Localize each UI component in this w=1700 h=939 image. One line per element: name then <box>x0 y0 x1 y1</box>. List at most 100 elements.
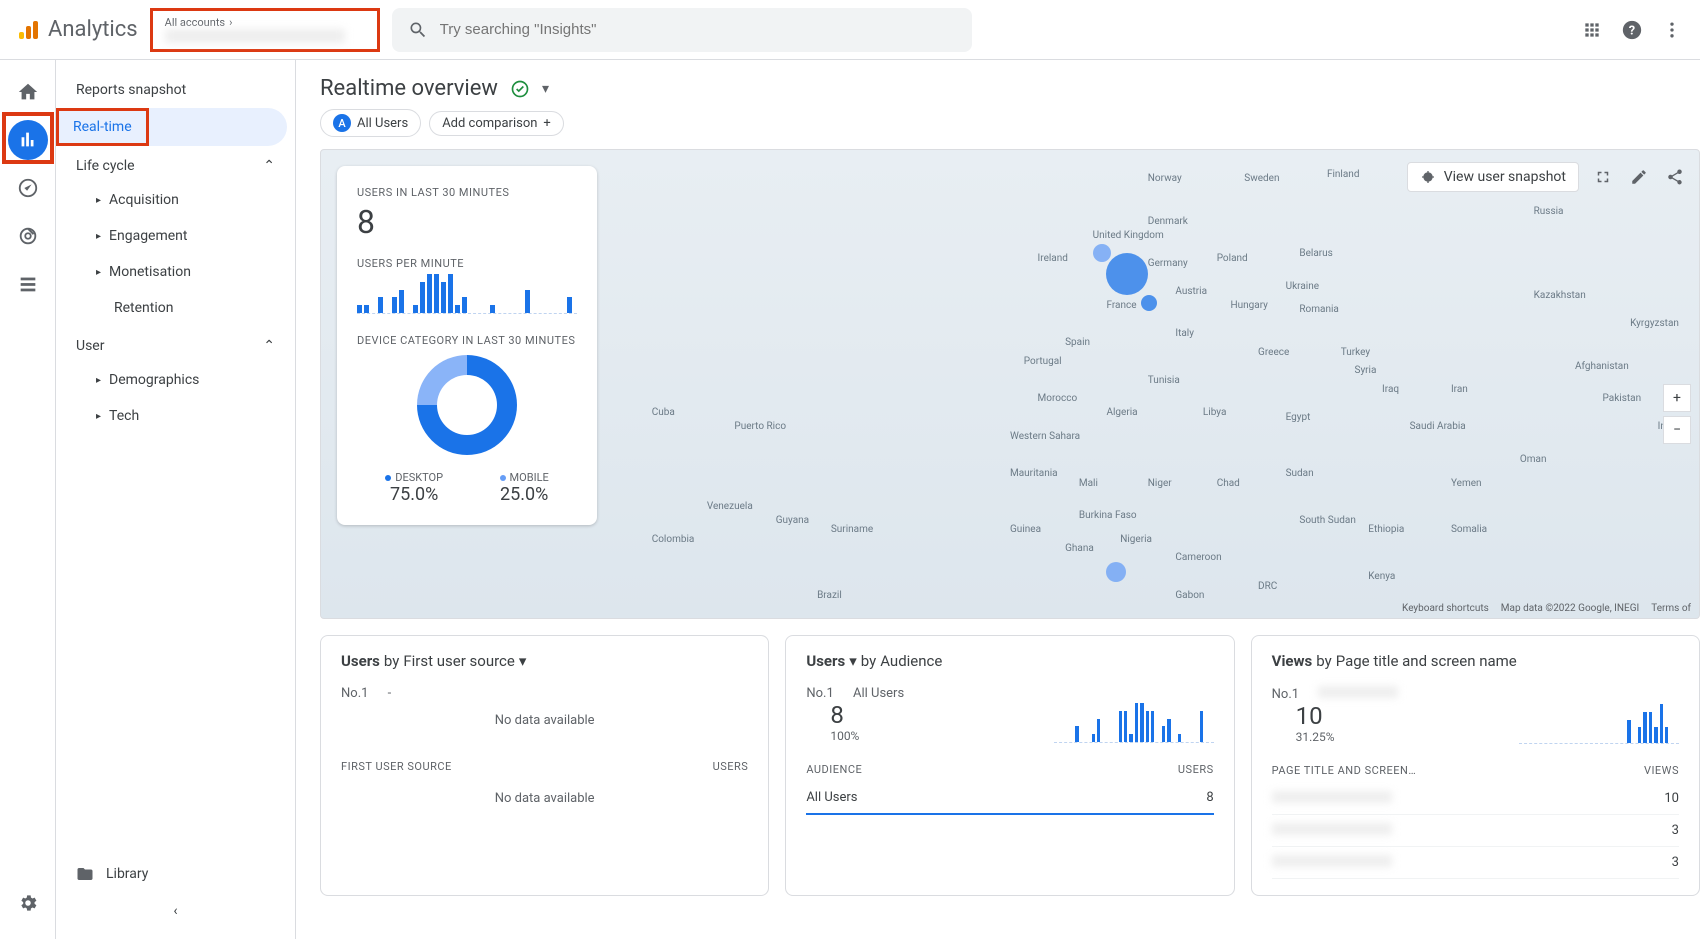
rail-advertising[interactable] <box>8 216 48 256</box>
country-label: Norway <box>1148 173 1182 184</box>
country-label: Saudi Arabia <box>1410 421 1466 432</box>
country-label: Germany <box>1148 258 1188 269</box>
sidebar-section-user[interactable]: User ⌃ <box>56 326 295 362</box>
device-breakdown: DESKTOP 75.0% MOBILE 25.0% <box>357 471 577 505</box>
account-breadcrumb: All accounts <box>165 16 225 29</box>
country-label: Pakistan <box>1603 393 1642 404</box>
country-label: Turkey <box>1341 347 1370 358</box>
table-row[interactable]: All Users8 <box>806 782 1213 815</box>
rail-explore[interactable] <box>8 168 48 208</box>
country-label: Tunisia <box>1148 375 1180 386</box>
country-label: Niger <box>1148 478 1172 489</box>
account-name-redacted <box>165 29 345 43</box>
rail-reports[interactable] <box>8 120 48 160</box>
country-label: Somalia <box>1451 524 1487 535</box>
check-circle-icon[interactable] <box>510 79 530 99</box>
country-label: Syria <box>1355 365 1377 376</box>
country-label: Ukraine <box>1286 281 1319 292</box>
app-header: Analytics All accounts › ? <box>0 0 1700 60</box>
card-title[interactable]: Views by Page title and screen name <box>1272 652 1679 670</box>
table-row[interactable]: 10 <box>1272 783 1679 815</box>
legend-dot <box>385 475 391 481</box>
sidebar-monetisation[interactable]: ▸Monetisation <box>56 254 287 290</box>
card-title[interactable]: Users▾ by Audience <box>806 652 1213 670</box>
sidebar-library[interactable]: Library <box>56 853 295 895</box>
chevron-right-icon: › <box>229 16 232 29</box>
target-icon <box>1420 169 1436 185</box>
edit-icon[interactable] <box>1627 165 1651 189</box>
country-label: Algeria <box>1106 407 1137 418</box>
comparison-row: A All Users Add comparison + <box>296 109 1700 149</box>
users-per-min-label: USERS PER MINUTE <box>357 257 577 270</box>
section-lifecycle-label: Life cycle <box>76 158 135 174</box>
country-label: Cameroon <box>1175 552 1221 563</box>
country-label: Poland <box>1217 253 1248 264</box>
country-label: Sweden <box>1244 173 1279 184</box>
country-label: Kenya <box>1368 571 1395 582</box>
page-title-redacted <box>1272 823 1392 835</box>
map-bubble <box>1106 562 1126 582</box>
realtime-map[interactable]: Canada Norway Sweden Finland United King… <box>320 149 1700 619</box>
country-label: Iraq <box>1382 384 1399 395</box>
sidebar-retention[interactable]: Retention <box>56 290 287 326</box>
chevron-down-icon[interactable]: ▾ <box>542 81 549 97</box>
section-user-label: User <box>76 338 104 354</box>
share-icon[interactable] <box>1663 165 1687 189</box>
sidebar-demographics[interactable]: ▸Demographics <box>56 362 287 398</box>
chevron-up-icon: ⌃ <box>263 158 275 174</box>
chevron-down-icon: ▾ <box>519 652 527 670</box>
search-icon <box>408 20 428 40</box>
country-label: Oman <box>1520 454 1547 465</box>
caret-icon: ▸ <box>96 231 101 242</box>
rail-home[interactable] <box>8 72 48 112</box>
card-audience: Users▾ by Audience No.1 All Users 8 100%… <box>785 635 1234 896</box>
all-users-pill[interactable]: A All Users <box>320 109 421 137</box>
content-area: Realtime overview ▾ A All Users Add comp… <box>296 60 1700 939</box>
country-label: Mauritania <box>1010 468 1058 479</box>
sidebar-tech[interactable]: ▸Tech <box>56 398 287 434</box>
page-title-redacted <box>1272 791 1392 803</box>
fullscreen-icon[interactable] <box>1591 165 1615 189</box>
sidebar-realtime-label: Real-time <box>56 108 149 146</box>
sidebar-reports-snapshot[interactable]: Reports snapshot <box>56 72 287 108</box>
users-30-value: 8 <box>357 203 577 241</box>
keyboard-shortcuts-link[interactable]: Keyboard shortcuts <box>1402 603 1489 614</box>
search-input[interactable] <box>440 21 956 38</box>
views-rank-value: 10 <box>1272 702 1399 730</box>
country-label: Chad <box>1217 478 1240 489</box>
sidebar-engagement[interactable]: ▸Engagement <box>56 218 287 254</box>
zoom-out-button[interactable]: − <box>1663 416 1691 444</box>
map-bubble <box>1093 244 1111 262</box>
sidebar-section-lifecycle[interactable]: Life cycle ⌃ <box>56 146 295 182</box>
terms-link[interactable]: Terms of <box>1651 603 1691 614</box>
help-icon[interactable]: ? <box>1620 18 1644 42</box>
search-bar[interactable] <box>392 8 972 52</box>
analytics-logo-icon <box>16 18 40 42</box>
folder-icon <box>76 865 94 883</box>
account-selector[interactable]: All accounts › <box>150 8 380 52</box>
sidebar-realtime[interactable]: Real-time <box>56 108 287 146</box>
country-label: South Sudan <box>1299 515 1355 526</box>
country-label: Sudan <box>1286 468 1314 479</box>
sidebar-collapse[interactable]: ‹ <box>56 895 295 927</box>
zoom-in-button[interactable]: + <box>1663 384 1691 412</box>
card-views: Views by Page title and screen name No.1… <box>1251 635 1700 896</box>
reports-sidebar: Reports snapshot Real-time Life cycle ⌃ … <box>56 60 296 939</box>
country-label: Portugal <box>1024 356 1062 367</box>
add-comparison-pill[interactable]: Add comparison + <box>429 111 564 136</box>
rail-admin[interactable] <box>8 883 48 923</box>
country-label: Cuba <box>652 407 675 418</box>
caret-icon: ▸ <box>96 375 101 386</box>
country-label: Guyana <box>776 515 809 526</box>
more-icon[interactable] <box>1660 18 1684 42</box>
caret-icon: ▸ <box>96 411 101 422</box>
realtime-summary-card: USERS IN LAST 30 MINUTES 8 USERS PER MIN… <box>337 166 597 525</box>
rail-configure[interactable] <box>8 264 48 304</box>
apps-icon[interactable] <box>1580 18 1604 42</box>
card-title[interactable]: Users by First user source ▾ <box>341 652 748 670</box>
table-row[interactable]: 3 <box>1272 815 1679 847</box>
view-user-snapshot-button[interactable]: View user snapshot <box>1407 162 1579 192</box>
sidebar-acquisition[interactable]: ▸Acquisition <box>56 182 287 218</box>
table-row[interactable]: 3 <box>1272 847 1679 879</box>
product-logo[interactable]: Analytics <box>16 17 138 42</box>
